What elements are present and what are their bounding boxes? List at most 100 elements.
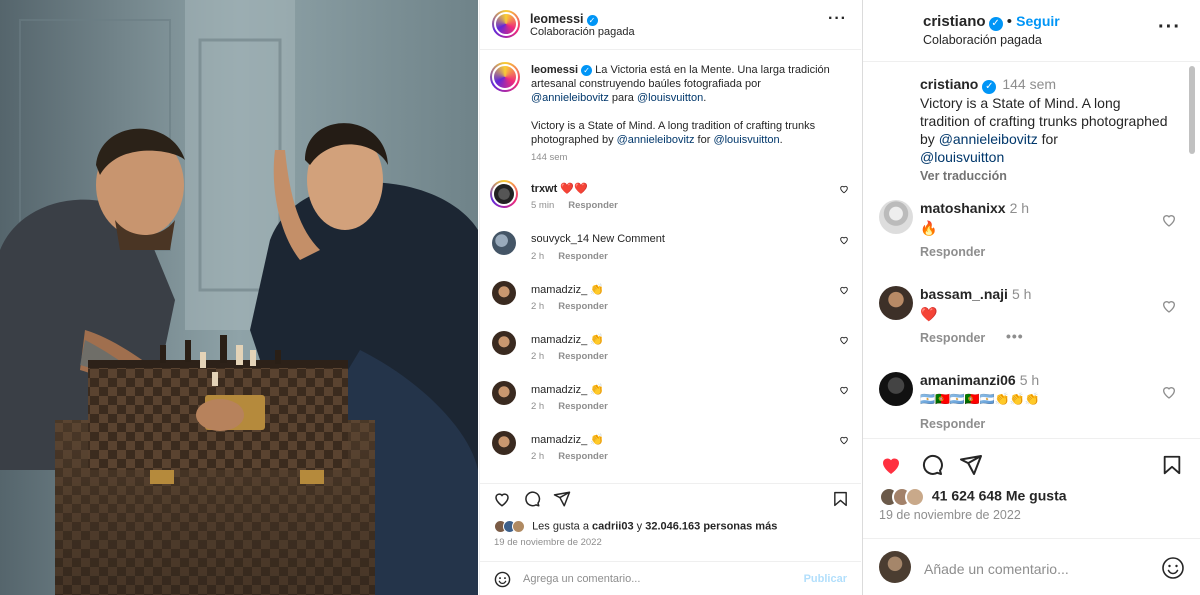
caption-text: for xyxy=(697,134,711,146)
comment-time[interactable]: 5 min xyxy=(531,200,554,211)
comment-time[interactable]: 2 h xyxy=(531,301,544,312)
reply-button[interactable]: Responder xyxy=(558,301,608,312)
post-date: 19 de noviembre de 2022 xyxy=(879,508,1021,522)
post-header: leomessi ✓ Colaboración pagada ··· xyxy=(480,0,861,50)
reply-button[interactable]: Responder xyxy=(920,417,985,431)
reply-button[interactable]: Responder xyxy=(568,200,618,211)
mention-link[interactable]: @louisvuitton xyxy=(637,92,703,104)
likes-count[interactable]: 41 624 648 Me gusta xyxy=(932,488,1067,504)
comment-avatar[interactable] xyxy=(492,381,516,405)
comments-scrollbar[interactable] xyxy=(1189,66,1197,436)
likes-count[interactable]: 32.046.163 personas más xyxy=(645,520,777,532)
comment-time[interactable]: 2 h xyxy=(531,401,544,412)
reply-button[interactable]: Responder xyxy=(920,331,985,345)
like-comment-heart-icon[interactable] xyxy=(1161,298,1177,314)
header-username[interactable]: leomessi ✓ xyxy=(530,12,598,26)
more-options-icon[interactable]: ··· xyxy=(828,10,847,28)
save-bookmark-icon[interactable] xyxy=(832,490,849,508)
comment-bubble-icon[interactable] xyxy=(920,453,944,477)
comment-username[interactable]: matoshanixx 2 h xyxy=(920,200,1029,216)
comment-avatar[interactable] xyxy=(879,286,913,320)
caption-time[interactable]: 144 sem xyxy=(1002,76,1056,92)
add-comment-input[interactable]: Agrega un comentario... xyxy=(523,573,640,585)
likes-summary[interactable]: Les gusta a cadrii03 y 32.046.163 person… xyxy=(494,520,777,533)
likes-user[interactable]: cadrii03 xyxy=(592,520,634,532)
comment-avatar[interactable] xyxy=(879,200,913,234)
reply-button[interactable]: Responder xyxy=(558,451,608,462)
avatar[interactable] xyxy=(879,14,913,48)
comment-item: mamadziz_ 👏 2 h Responder xyxy=(480,381,861,431)
like-comment-heart-icon[interactable] xyxy=(839,235,849,245)
like-comment-heart-icon[interactable] xyxy=(839,184,849,194)
comment-username[interactable]: amanimanzi06 5 h xyxy=(920,372,1039,388)
caption-avatar[interactable] xyxy=(879,74,913,108)
add-comment-input[interactable]: Añade un comentario... xyxy=(924,561,1069,577)
comment-time[interactable]: 2 h xyxy=(531,251,544,262)
comment-username[interactable]: mamadziz_ xyxy=(531,334,587,346)
comment-username[interactable]: mamadziz_ xyxy=(531,284,587,296)
paid-partnership-label[interactable]: Colaboración pagada xyxy=(923,33,1042,47)
avatar[interactable] xyxy=(492,10,520,38)
post-photo[interactable] xyxy=(0,0,478,595)
header-username[interactable]: cristiano ✓ • Seguir xyxy=(923,13,1060,31)
comment-body: 👏 xyxy=(590,384,605,396)
comment-avatar[interactable] xyxy=(492,331,516,355)
reply-button[interactable]: Responder xyxy=(558,401,608,412)
reply-button[interactable]: Responder xyxy=(920,245,985,259)
likes-summary[interactable]: 41 624 648 Me gusta xyxy=(879,487,1067,507)
reply-button[interactable]: Responder xyxy=(558,351,608,362)
like-comment-heart-icon[interactable] xyxy=(839,285,849,295)
comment-time[interactable]: 2 h xyxy=(531,451,544,462)
follow-button[interactable]: Seguir xyxy=(1016,13,1060,29)
liked-heart-icon[interactable] xyxy=(878,453,904,477)
mention-link[interactable]: @annieleibovitz xyxy=(531,92,609,104)
caption-avatar[interactable] xyxy=(490,62,520,92)
save-bookmark-icon[interactable] xyxy=(1161,453,1183,477)
like-comment-heart-icon[interactable] xyxy=(839,335,849,345)
comment-username[interactable]: trxwt xyxy=(531,183,557,195)
comment-username[interactable]: souvyck_14 xyxy=(531,233,589,245)
avatar xyxy=(905,487,925,507)
user-avatar[interactable] xyxy=(879,551,911,583)
mention-link[interactable]: @annieleibovitz xyxy=(939,131,1038,147)
scrollbar-thumb[interactable] xyxy=(1189,66,1195,154)
likes-and: y xyxy=(636,520,643,533)
comment-username[interactable]: mamadziz_ xyxy=(531,434,587,446)
comment-avatar[interactable] xyxy=(490,180,518,208)
like-comment-heart-icon[interactable] xyxy=(839,385,849,395)
share-send-icon[interactable] xyxy=(553,490,571,508)
comment-avatar[interactable] xyxy=(492,281,516,305)
comment-username[interactable]: mamadziz_ xyxy=(531,384,587,396)
comment-time[interactable]: 2 h xyxy=(1010,200,1029,216)
emoji-icon[interactable] xyxy=(1161,556,1185,580)
comment-time[interactable]: 2 h xyxy=(531,351,544,362)
caption-username[interactable]: cristiano xyxy=(920,76,978,92)
comment-avatar[interactable] xyxy=(492,231,516,255)
comment-meta: 2 h Responder xyxy=(531,451,608,462)
mention-link[interactable]: @louisvuitton xyxy=(713,134,779,146)
caption-time[interactable]: 144 sem xyxy=(531,152,567,163)
comment-time[interactable]: 5 h xyxy=(1012,286,1031,302)
comment-avatar[interactable] xyxy=(492,431,516,455)
caption-username[interactable]: leomessi xyxy=(531,64,578,76)
share-send-icon[interactable] xyxy=(959,453,983,477)
like-heart-icon[interactable] xyxy=(493,490,511,508)
like-comment-heart-icon[interactable] xyxy=(1161,212,1177,228)
avatar-image xyxy=(879,74,913,108)
mention-link[interactable]: @louisvuitton xyxy=(920,149,1004,165)
like-comment-heart-icon[interactable] xyxy=(839,435,849,445)
caption-text: for xyxy=(1041,131,1058,147)
comment-bubble-icon[interactable] xyxy=(523,490,541,508)
comment-more-icon[interactable]: ••• xyxy=(1006,328,1024,344)
publish-button[interactable]: Publicar xyxy=(804,573,847,585)
emoji-icon[interactable] xyxy=(494,571,511,588)
comment-username[interactable]: bassam_.naji 5 h xyxy=(920,286,1031,302)
like-comment-heart-icon[interactable] xyxy=(1161,384,1177,400)
more-options-icon[interactable]: ··· xyxy=(1158,16,1181,39)
mention-link[interactable]: @annieleibovitz xyxy=(617,134,695,146)
reply-button[interactable]: Responder xyxy=(558,251,608,262)
comment-time[interactable]: 5 h xyxy=(1020,372,1039,388)
see-translation-button[interactable]: Ver traducción xyxy=(920,169,1007,183)
paid-partnership-label[interactable]: Colaboración pagada xyxy=(530,26,635,38)
comment-avatar[interactable] xyxy=(879,372,913,406)
